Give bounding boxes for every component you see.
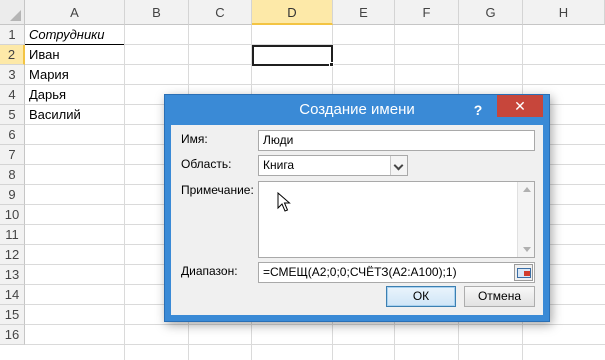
column-header-a[interactable]: A	[25, 0, 125, 25]
row-header-7[interactable]: 7	[0, 145, 25, 165]
column-header-h[interactable]: H	[523, 0, 605, 25]
row-header-9[interactable]: 9	[0, 185, 25, 205]
column-header-f[interactable]: F	[395, 0, 459, 25]
row-header-3[interactable]: 3	[0, 65, 25, 85]
cell-a2[interactable]: Иван	[25, 45, 60, 65]
row-header-12[interactable]: 12	[0, 245, 25, 265]
scroll-up-icon[interactable]	[523, 187, 531, 192]
select-all-icon	[10, 10, 21, 21]
name-label: Имя:	[181, 132, 208, 146]
column-header-c[interactable]: C	[189, 0, 252, 25]
row-header-6[interactable]: 6	[0, 125, 25, 145]
row-header-11[interactable]: 11	[0, 225, 25, 245]
dialog-title: Создание имени	[299, 101, 415, 118]
cell-a1-header[interactable]: Сотрудники	[25, 25, 105, 45]
scope-select[interactable]: Книга	[258, 155, 408, 176]
row-header-16[interactable]: 16	[0, 325, 25, 345]
name-input[interactable]: Люди	[258, 130, 535, 151]
chevron-down-icon[interactable]	[390, 156, 407, 175]
scope-label: Область:	[181, 157, 232, 171]
dialog-body: Имя: Люди Область: Книга Примечание: Диа…	[171, 125, 543, 315]
comment-scrollbar[interactable]	[517, 182, 534, 257]
column-header-b[interactable]: B	[125, 0, 189, 25]
gridline	[25, 324, 605, 325]
row-header-4[interactable]: 4	[0, 85, 25, 105]
row-header-2[interactable]: 2	[0, 45, 25, 65]
row-header-8[interactable]: 8	[0, 165, 25, 185]
close-button[interactable]: ✕	[497, 95, 543, 117]
gridline	[25, 84, 605, 85]
column-header-e[interactable]: E	[333, 0, 395, 25]
row-header-10[interactable]: 10	[0, 205, 25, 225]
cancel-button[interactable]: Отмена	[464, 286, 535, 307]
row-header-5[interactable]: 5	[0, 105, 25, 125]
column-header-d[interactable]: D	[252, 0, 333, 25]
column-header-g[interactable]: G	[459, 0, 523, 25]
scroll-down-icon[interactable]	[523, 247, 531, 252]
collapse-dialog-icon[interactable]	[514, 264, 533, 281]
selected-cell-d2[interactable]	[252, 45, 333, 66]
fill-handle[interactable]	[329, 62, 334, 67]
row-header-15[interactable]: 15	[0, 305, 25, 325]
row-header-14[interactable]: 14	[0, 285, 25, 305]
select-all-corner[interactable]	[0, 0, 25, 25]
help-button[interactable]: ?	[467, 99, 489, 121]
range-formula: =СМЕЩ(A2;0;0;СЧЁТЗ(A2:A100);1)	[263, 265, 457, 279]
mouse-cursor-icon	[277, 192, 291, 212]
scope-value: Книга	[263, 158, 295, 172]
range-label: Диапазон:	[181, 264, 238, 278]
comment-textarea[interactable]	[258, 181, 535, 258]
cell-a5[interactable]: Василий	[25, 105, 81, 125]
dialog-titlebar[interactable]: Создание имени ? ✕	[165, 95, 549, 125]
gridline	[25, 344, 605, 345]
row-header-1[interactable]: 1	[0, 25, 25, 45]
row-header-13[interactable]: 13	[0, 265, 25, 285]
create-name-dialog: Создание имени ? ✕ Имя: Люди Область: Кн…	[164, 94, 550, 322]
cell-a3[interactable]: Мария	[25, 65, 69, 85]
ok-button[interactable]: ОК	[386, 286, 456, 307]
comment-label: Примечание:	[181, 183, 254, 197]
gridline	[124, 25, 125, 360]
cell-a4[interactable]: Дарья	[25, 85, 66, 105]
range-input[interactable]: =СМЕЩ(A2;0;0;СЧЁТЗ(A2:A100);1)	[258, 262, 535, 283]
